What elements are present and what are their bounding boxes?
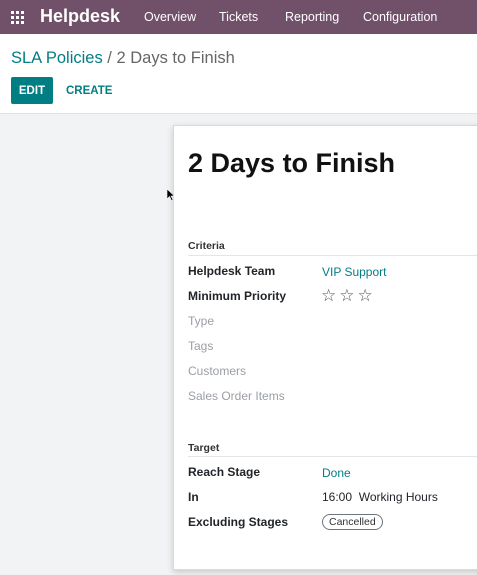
criteria-section-title: Criteria — [188, 240, 225, 252]
star-icon[interactable]: ☆ — [358, 287, 373, 304]
nav-item-configuration[interactable]: Configuration — [363, 10, 437, 24]
breadcrumb: SLA Policies / 2 Days to Finish — [11, 49, 235, 68]
excluding-stage-tag[interactable]: Cancelled — [322, 514, 383, 530]
breadcrumb-separator: / — [102, 49, 117, 67]
reach-stage-value[interactable]: Done — [322, 466, 351, 480]
in-label: In — [188, 490, 199, 504]
nav-item-reporting[interactable]: Reporting — [285, 10, 339, 24]
customers-label: Customers — [188, 364, 247, 378]
breadcrumb-current: 2 Days to Finish — [116, 49, 235, 67]
apps-menu-icon[interactable] — [11, 11, 24, 24]
sales-order-items-label: Sales Order Items — [188, 389, 285, 403]
reach-stage-label: Reach Stage — [188, 465, 261, 479]
type-label: Type — [188, 314, 215, 328]
record-title: 2 Days to Finish — [188, 148, 396, 178]
nav-item-overview[interactable]: Overview — [144, 10, 196, 24]
edit-button[interactable]: EDIT — [11, 77, 53, 104]
criteria-divider — [188, 255, 477, 256]
time-value: 16:00 — [322, 490, 353, 504]
star-icon[interactable]: ☆ — [321, 287, 336, 304]
in-value: 16:00 Working Hours — [322, 490, 438, 504]
nav-item-tickets[interactable]: Tickets — [219, 10, 258, 24]
breadcrumb-parent-link[interactable]: SLA Policies — [11, 49, 103, 67]
helpdesk-team-value[interactable]: VIP Support — [322, 265, 387, 279]
control-panel: SLA Policies / 2 Days to Finish EDIT CRE… — [0, 34, 477, 114]
priority-stars[interactable]: ☆ ☆ ☆ — [321, 287, 373, 304]
helpdesk-team-label: Helpdesk Team — [188, 264, 276, 278]
star-icon[interactable]: ☆ — [339, 287, 354, 304]
top-navbar: Helpdesk Overview Tickets Reporting Conf… — [0, 0, 477, 34]
app-name[interactable]: Helpdesk — [40, 6, 120, 27]
excluding-stages-label: Excluding Stages — [188, 515, 289, 529]
create-button[interactable]: CREATE — [60, 77, 118, 104]
form-sheet: 2 Days to Finish Criteria Helpdesk Team … — [173, 125, 477, 570]
time-unit: Working Hours — [358, 490, 438, 504]
target-section-title: Target — [188, 442, 220, 454]
tags-label: Tags — [188, 339, 214, 353]
target-divider — [188, 456, 477, 457]
minimum-priority-label: Minimum Priority — [188, 289, 287, 303]
